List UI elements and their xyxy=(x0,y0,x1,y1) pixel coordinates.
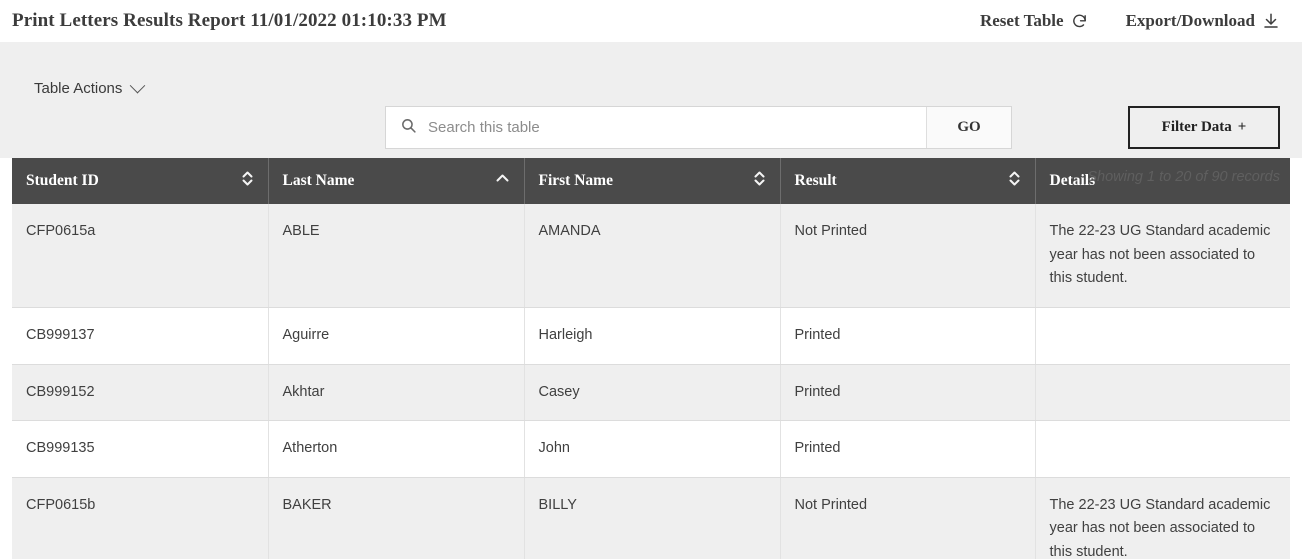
export-download-label: Export/Download xyxy=(1125,11,1255,30)
cell-details: The 22-23 UG Standard academic year has … xyxy=(1035,477,1290,559)
table-body: CFP0615a ABLE AMANDA Not Printed The 22-… xyxy=(12,204,1290,559)
download-icon xyxy=(1262,12,1280,30)
cell-result: Not Printed xyxy=(780,204,1036,308)
cell-student-id: CFP0615b xyxy=(12,477,269,559)
cell-first-name: BILLY xyxy=(524,477,781,559)
cell-student-id: CFP0615a xyxy=(12,204,269,308)
cell-last-name: Aguirre xyxy=(268,307,525,365)
results-table: Student ID Last Name First Name Result D… xyxy=(12,158,1290,559)
cell-details: The 22-23 UG Standard academic year has … xyxy=(1035,204,1290,308)
cell-details xyxy=(1035,364,1290,422)
search-go-button[interactable]: GO xyxy=(926,107,1011,148)
table-actions-label: Table Actions xyxy=(34,80,123,97)
reset-table-label: Reset Table xyxy=(979,11,1064,30)
cell-first-name: Casey xyxy=(524,364,781,422)
filter-data-label: Filter Data xyxy=(1161,119,1232,135)
cell-result: Printed xyxy=(780,364,1036,422)
cell-result: Not Printed xyxy=(780,477,1036,559)
sort-both-icon[interactable] xyxy=(241,169,254,193)
table-actions-menu[interactable]: Table Actions xyxy=(34,77,146,97)
column-label: First Name xyxy=(538,172,613,189)
cell-first-name: John xyxy=(524,420,781,478)
cell-result: Printed xyxy=(780,420,1036,478)
table-row[interactable]: CFP0615a ABLE AMANDA Not Printed The 22-… xyxy=(12,204,1290,308)
sort-ascending-icon[interactable] xyxy=(495,169,510,193)
search-bar: GO xyxy=(385,106,1012,149)
search-icon xyxy=(400,117,417,139)
cell-last-name: BAKER xyxy=(268,477,525,559)
cell-first-name: AMANDA xyxy=(524,204,781,308)
chevron-down-icon xyxy=(130,77,146,94)
sort-both-icon[interactable] xyxy=(753,169,766,193)
plus-icon: + xyxy=(1237,119,1247,135)
export-download-button[interactable]: Export/Download xyxy=(1126,11,1280,31)
cell-student-id: CB999135 xyxy=(12,420,269,478)
header-actions: Reset Table Export/Download xyxy=(980,11,1280,31)
records-count: Showing 1 to 20 of 90 records xyxy=(1087,169,1280,185)
cell-student-id: CB999152 xyxy=(12,364,269,422)
table-row[interactable]: CFP0615b BAKER BILLY Not Printed The 22-… xyxy=(12,477,1290,559)
search-field-wrapper[interactable] xyxy=(386,107,926,148)
column-header-student-id[interactable]: Student ID xyxy=(12,158,269,204)
cell-last-name: ABLE xyxy=(268,204,525,308)
cell-details xyxy=(1035,420,1290,478)
table-row[interactable]: CB999137 Aguirre Harleigh Printed xyxy=(12,307,1290,365)
cell-student-id: CB999137 xyxy=(12,307,269,365)
search-input[interactable] xyxy=(428,119,912,136)
refresh-icon xyxy=(1071,13,1088,30)
page-title: Print Letters Results Report 11/01/2022 … xyxy=(12,10,447,31)
column-label: Result xyxy=(794,172,837,189)
column-header-last-name[interactable]: Last Name xyxy=(268,158,525,204)
column-header-result[interactable]: Result xyxy=(780,158,1036,204)
results-table-container: Student ID Last Name First Name Result D… xyxy=(0,158,1302,559)
sort-both-icon[interactable] xyxy=(1008,169,1021,193)
table-toolbar: Table Actions GO Filter Data + Showing 1… xyxy=(0,42,1302,185)
cell-last-name: Akhtar xyxy=(268,364,525,422)
filter-data-button[interactable]: Filter Data + xyxy=(1128,106,1280,149)
cell-last-name: Atherton xyxy=(268,420,525,478)
column-label: Last Name xyxy=(282,172,355,189)
cell-result: Printed xyxy=(780,307,1036,365)
reset-table-button[interactable]: Reset Table xyxy=(980,11,1088,31)
table-row[interactable]: CB999152 Akhtar Casey Printed xyxy=(12,364,1290,422)
column-label: Student ID xyxy=(26,172,99,189)
table-row[interactable]: CB999135 Atherton John Printed xyxy=(12,420,1290,478)
cell-details xyxy=(1035,307,1290,365)
column-header-first-name[interactable]: First Name xyxy=(524,158,781,204)
cell-first-name: Harleigh xyxy=(524,307,781,365)
page-header: Print Letters Results Report 11/01/2022 … xyxy=(0,0,1302,42)
